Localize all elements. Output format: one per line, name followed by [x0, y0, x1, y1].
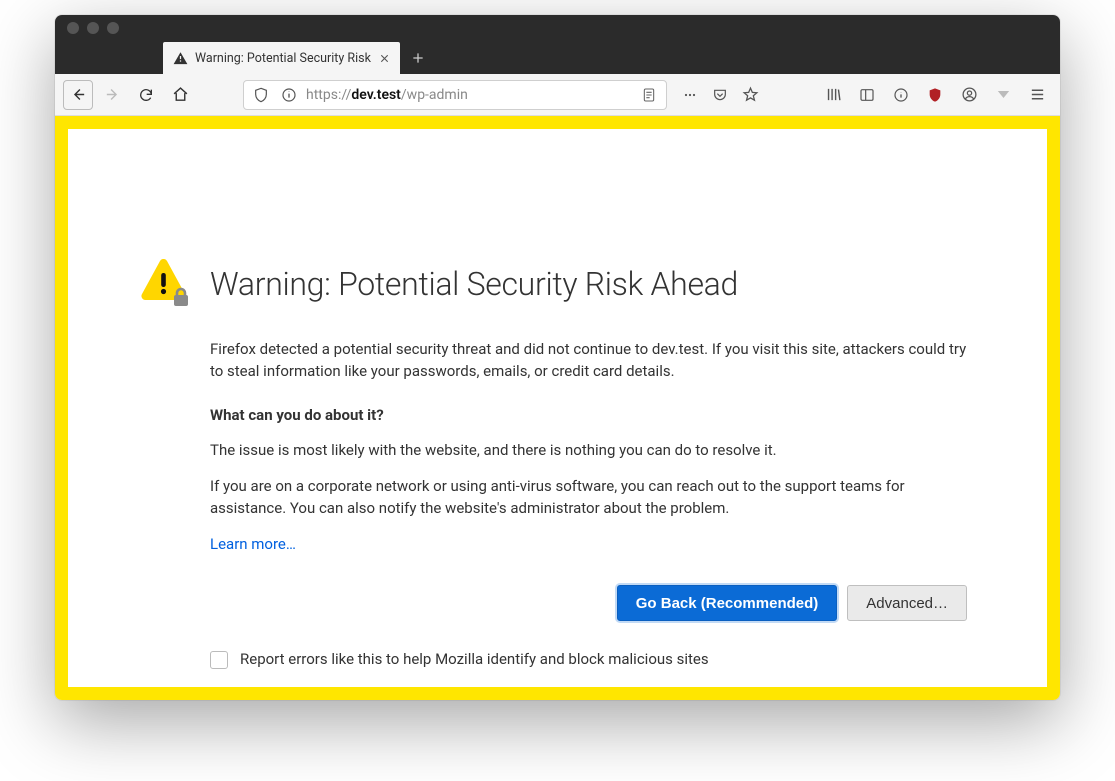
- report-checkbox[interactable]: [210, 651, 228, 669]
- error-container: Warning: Potential Security Risk Ahead F…: [138, 259, 967, 671]
- ublock-shield-icon[interactable]: [920, 80, 950, 110]
- report-row: Report errors like this to help Mozilla …: [210, 649, 967, 671]
- urlbar-right-actions: [675, 80, 765, 110]
- url-bar[interactable]: https://dev.test/wp-admin: [243, 80, 667, 110]
- new-tab-button[interactable]: [402, 42, 434, 74]
- advanced-button[interactable]: Advanced…: [847, 585, 967, 621]
- url-text: https://dev.test/wp-admin: [304, 87, 634, 103]
- bookmark-star-icon[interactable]: [735, 80, 765, 110]
- page-title: Warning: Potential Security Risk Ahead: [210, 265, 738, 303]
- error-subheading: What can you do about it?: [210, 405, 967, 427]
- tracking-shield-icon[interactable]: [248, 82, 274, 108]
- viewport: Warning: Potential Security Risk Ahead F…: [55, 116, 1060, 700]
- warning-lock-icon: [138, 259, 188, 309]
- active-tab[interactable]: Warning: Potential Security Risk: [163, 42, 400, 74]
- back-button[interactable]: [63, 80, 93, 110]
- reader-mode-icon[interactable]: [636, 82, 662, 108]
- window-titlebar: [55, 15, 1060, 41]
- window-zoom-button[interactable]: [107, 22, 119, 34]
- tab-title: Warning: Potential Security Risk: [195, 51, 371, 66]
- window-minimize-button[interactable]: [87, 22, 99, 34]
- error-page: Warning: Potential Security Risk Ahead F…: [68, 129, 1047, 687]
- account-icon[interactable]: [954, 80, 984, 110]
- learn-more-link[interactable]: Learn more…: [210, 535, 296, 553]
- error-body: Firefox detected a potential security th…: [210, 339, 967, 671]
- tab-close-button[interactable]: [378, 51, 392, 65]
- button-row: Go Back (Recommended) Advanced…: [210, 585, 967, 621]
- info-circle-icon[interactable]: [886, 80, 916, 110]
- heading-row: Warning: Potential Security Risk Ahead: [138, 259, 967, 309]
- browser-window: Warning: Potential Security Risk: [55, 15, 1060, 700]
- go-back-button[interactable]: Go Back (Recommended): [617, 585, 838, 621]
- url-domain: dev.test: [351, 87, 401, 103]
- window-close-button[interactable]: [67, 22, 79, 34]
- report-label: Report errors like this to help Mozilla …: [240, 649, 709, 671]
- error-paragraph-2: The issue is most likely with the websit…: [210, 440, 967, 462]
- error-paragraph-1: Firefox detected a potential security th…: [210, 339, 967, 383]
- pocket-icon[interactable]: [705, 80, 735, 110]
- hamburger-menu-icon[interactable]: [1022, 80, 1052, 110]
- chevron-down-icon[interactable]: [988, 80, 1018, 110]
- home-button[interactable]: [165, 80, 195, 110]
- library-icon[interactable]: [818, 80, 848, 110]
- error-paragraph-3: If you are on a corporate network or usi…: [210, 476, 967, 520]
- url-protocol: https://: [306, 87, 351, 103]
- site-info-icon[interactable]: [276, 82, 302, 108]
- sidebar-icon[interactable]: [852, 80, 882, 110]
- warning-triangle-icon: [173, 51, 188, 66]
- url-path: /wp-admin: [401, 87, 468, 103]
- reload-button[interactable]: [131, 80, 161, 110]
- tab-strip: Warning: Potential Security Risk: [55, 41, 1060, 74]
- page-actions-button[interactable]: [675, 80, 705, 110]
- navigation-toolbar: https://dev.test/wp-admin: [55, 74, 1060, 116]
- forward-button[interactable]: [97, 80, 127, 110]
- toolbar-right-group: [818, 80, 1052, 110]
